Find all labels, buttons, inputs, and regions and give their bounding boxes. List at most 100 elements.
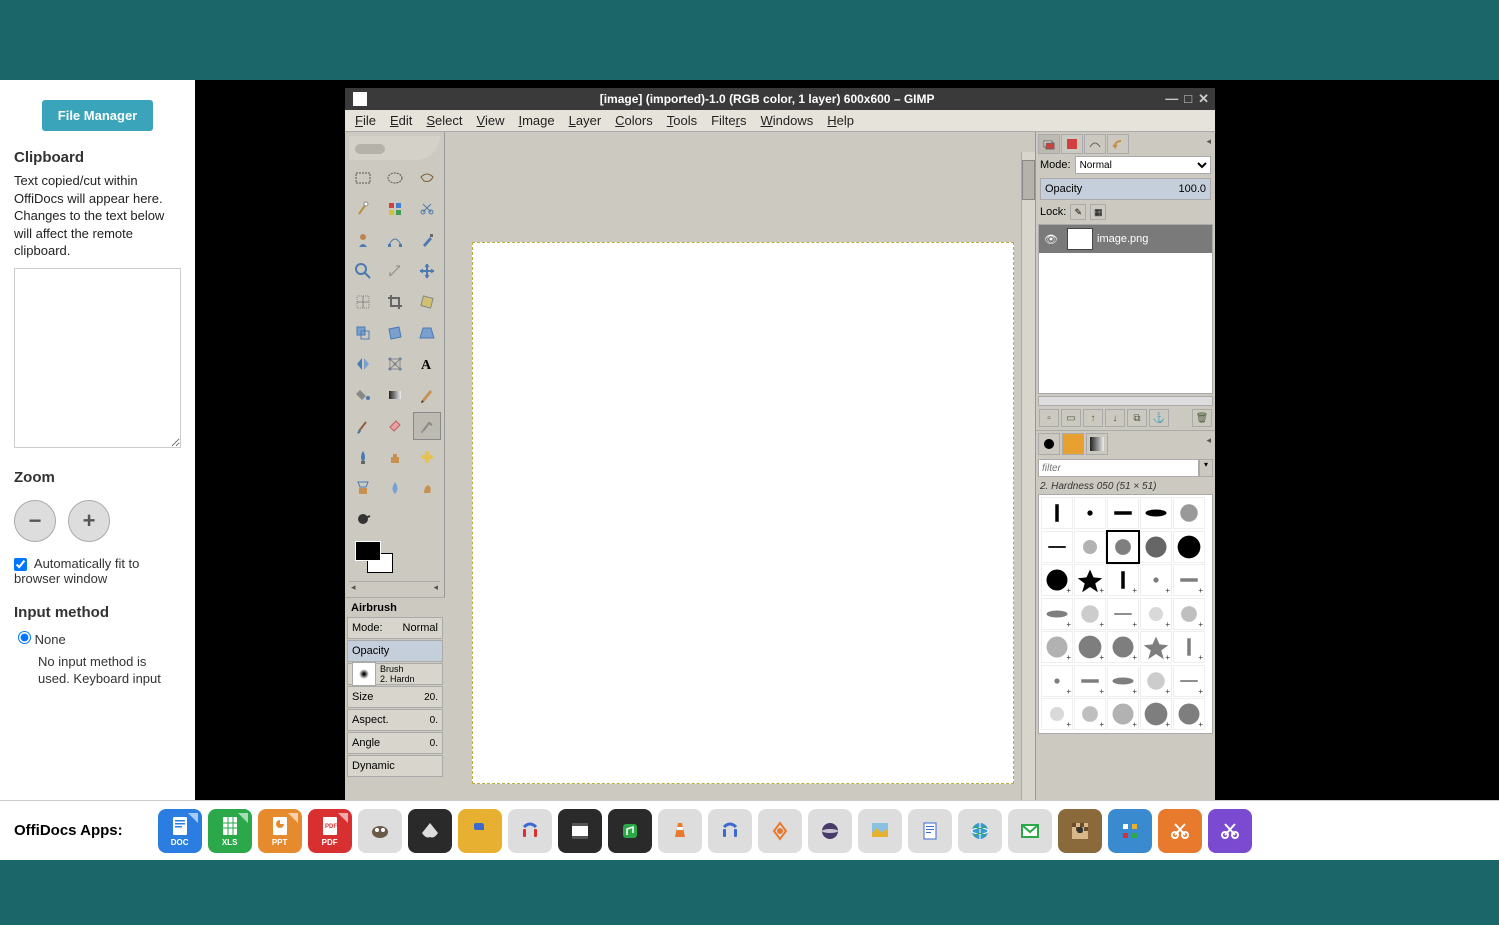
opt-opacity-label[interactable]: Opacity [352,645,438,657]
app-eclipse[interactable] [808,809,852,853]
gradients-tab[interactable] [1086,433,1108,455]
brush-cell[interactable]: + [1074,598,1106,630]
smudge-tool[interactable] [413,474,441,502]
patterns-tab[interactable] [1062,433,1084,455]
flip-tool[interactable] [349,350,377,378]
brush-cell[interactable]: + [1173,598,1205,630]
app-pdf[interactable]: PDFPDF [308,809,352,853]
brush-cell[interactable]: + [1173,564,1205,596]
app-gimp[interactable] [358,809,402,853]
layer-list[interactable]: 👁 image.png [1038,224,1213,394]
brush-cell[interactable]: + [1041,598,1073,630]
close-icon[interactable]: ✕ [1198,91,1209,107]
brush-cell[interactable] [1107,531,1139,563]
canvas[interactable] [472,242,1014,784]
zoom-out-button[interactable]: − [14,500,56,542]
app-paint[interactable] [858,809,902,853]
color-picker-tool[interactable] [413,226,441,254]
crop-tool[interactable] [381,288,409,316]
app-video[interactable] [558,809,602,853]
ellipse-select-tool[interactable] [381,164,409,192]
input-none-radio[interactable] [18,631,31,644]
opt-aspect-value[interactable]: 0. [430,715,438,726]
opt-size-value[interactable]: 20. [424,692,438,703]
duplicate-layer-button[interactable]: ⧉ [1127,409,1147,427]
menu-file[interactable]: File [355,113,376,128]
raise-layer-button[interactable]: ↑ [1083,409,1103,427]
brush-cell[interactable]: + [1107,665,1139,697]
brush-cell[interactable] [1074,497,1106,529]
brushes-tab[interactable] [1038,433,1060,455]
panel-menu-icon[interactable]: ◂ [433,582,438,593]
brush-cell[interactable] [1140,497,1172,529]
app-ppt[interactable]: PPT [258,809,302,853]
brush-cell[interactable]: + [1140,665,1172,697]
brush-cell[interactable]: + [1074,698,1106,730]
app-pdf2[interactable] [758,809,802,853]
brush-cell[interactable]: + [1041,698,1073,730]
heal-tool[interactable] [413,443,441,471]
autofit-checkbox[interactable] [14,558,27,571]
brush-cell[interactable]: + [1074,665,1106,697]
opt-dynamic-label[interactable]: Dynamic [352,760,438,772]
app-audio2[interactable] [708,809,752,853]
new-layer-button[interactable]: ▫ [1039,409,1059,427]
measure-tool[interactable] [381,257,409,285]
eraser-tool[interactable] [381,412,409,440]
bucket-fill-tool[interactable] [349,381,377,409]
app-vlc[interactable] [658,809,702,853]
filter-dropdown-icon[interactable]: ▾ [1199,459,1213,477]
by-color-select-tool[interactable] [381,195,409,223]
brush-filter-input[interactable] [1038,459,1199,477]
opt-brush-name[interactable]: 2. Hardn [380,674,438,684]
perspective-tool[interactable] [413,319,441,347]
brush-cell[interactable]: + [1107,598,1139,630]
minimize-icon[interactable]: — [1165,91,1178,107]
brush-cell[interactable]: + [1107,631,1139,663]
brush-cell[interactable]: + [1173,631,1205,663]
brush-cell[interactable] [1140,531,1172,563]
brush-cell[interactable]: + [1140,631,1172,663]
app-cut[interactable] [1158,809,1202,853]
panel-menu-icon[interactable]: ◂ [1204,134,1213,152]
brush-cell[interactable]: + [1074,631,1106,663]
app-web[interactable] [958,809,1002,853]
app-audacity[interactable] [508,809,552,853]
menu-colors[interactable]: Colors [615,113,653,128]
brush-cell[interactable]: + [1140,598,1172,630]
menu-filters[interactable]: Filters [711,113,746,128]
menu-edit[interactable]: Edit [390,113,412,128]
clone-tool[interactable] [381,443,409,471]
app-chess[interactable] [1058,809,1102,853]
brush-cell[interactable] [1173,497,1205,529]
blur-tool[interactable] [381,474,409,502]
input-none-label[interactable]: None [18,632,66,647]
brush-cell[interactable] [1173,531,1205,563]
move-tool[interactable] [413,257,441,285]
zoom-in-button[interactable]: + [68,500,110,542]
channels-tab[interactable] [1061,134,1083,154]
layer-name[interactable]: image.png [1097,233,1148,245]
menu-layer[interactable]: Layer [569,113,602,128]
foreground-select-tool[interactable] [349,226,377,254]
brush-cell[interactable] [1074,531,1106,563]
brush-cell[interactable]: + [1041,564,1073,596]
brush-cell[interactable] [1041,531,1073,563]
clipboard-textarea[interactable] [14,268,181,448]
blend-tool[interactable] [381,381,409,409]
color-swatch[interactable] [349,541,393,575]
menu-select[interactable]: Select [426,113,462,128]
lasso-tool[interactable] [413,164,441,192]
brush-grid[interactable]: +++++++++++++++++++++++++ [1038,494,1213,734]
layer-opacity-slider[interactable]: Opacity 100.0 [1040,178,1211,200]
pencil-tool[interactable] [413,381,441,409]
brush-cell[interactable]: + [1173,665,1205,697]
lock-pixels-icon[interactable]: ✎ [1070,204,1086,220]
menu-view[interactable]: View [477,113,505,128]
opt-angle-value[interactable]: 0. [430,738,438,749]
fuzzy-select-tool[interactable] [349,195,377,223]
shear-tool[interactable] [381,319,409,347]
file-manager-button[interactable]: File Manager [42,100,153,131]
vertical-scrollbar[interactable] [1021,152,1035,800]
menu-tools[interactable]: Tools [667,113,697,128]
